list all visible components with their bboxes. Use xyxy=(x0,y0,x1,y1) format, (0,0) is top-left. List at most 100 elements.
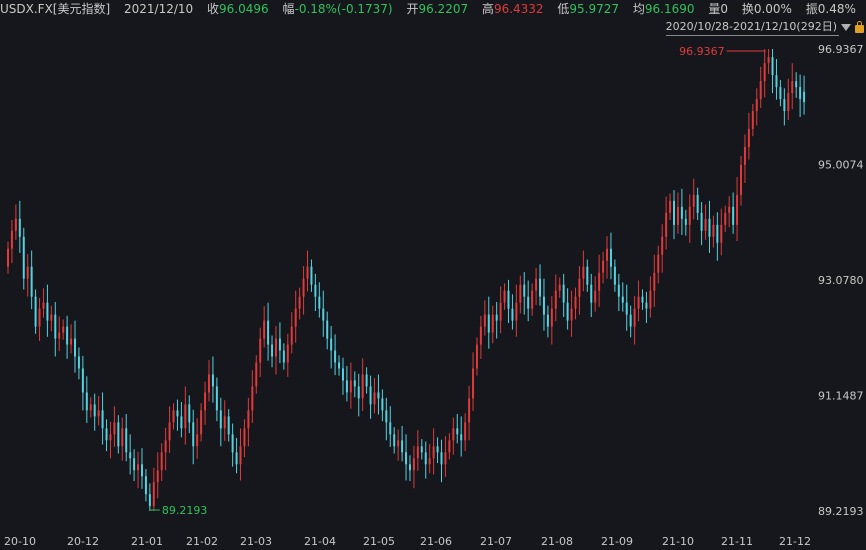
candle-down xyxy=(314,284,317,297)
candle-down xyxy=(609,248,612,267)
candle-up xyxy=(740,164,743,195)
candle-up xyxy=(14,218,17,231)
candle-down xyxy=(440,452,443,465)
candle-up xyxy=(763,63,766,82)
min-value-label: 89.2193 xyxy=(162,504,208,517)
candle-down xyxy=(732,206,735,225)
candle-down xyxy=(771,57,774,76)
candle-down xyxy=(420,446,423,453)
candle-up xyxy=(172,410,175,423)
candle-up xyxy=(464,422,467,441)
y-tick-label: 95.0074 xyxy=(818,158,864,171)
candle-down xyxy=(393,434,396,447)
candle-down xyxy=(93,404,96,417)
candle-up xyxy=(302,278,305,297)
candle-up xyxy=(247,410,250,429)
candle-up xyxy=(633,308,636,327)
candle-up xyxy=(26,266,29,279)
candle-down xyxy=(66,326,69,345)
x-tick-label: 21-07 xyxy=(480,535,512,548)
candle-down xyxy=(511,308,514,321)
candle-up xyxy=(452,428,455,441)
x-axis: 20-10 20-12 21-01 21-02 21-03 21-04 21-05 21-06… xyxy=(4,535,811,548)
candle-up xyxy=(448,440,451,453)
candle-up xyxy=(791,81,794,94)
candle-up xyxy=(653,272,656,291)
candle-down xyxy=(140,464,143,477)
candle-up xyxy=(196,434,199,447)
x-tick-label: 21-11 xyxy=(721,535,753,548)
x-tick-label: 21-04 xyxy=(304,535,336,548)
candle-down xyxy=(539,278,542,297)
x-tick-label: 21-06 xyxy=(420,535,452,548)
candle-down xyxy=(117,422,120,447)
candle-up xyxy=(594,290,597,303)
y-tick-label: 96.9367 xyxy=(818,43,864,56)
candle-up xyxy=(42,302,45,309)
candle-down xyxy=(369,386,372,405)
candle-down xyxy=(673,200,676,225)
candle-up xyxy=(578,278,581,297)
candle-up xyxy=(223,416,226,429)
candle-down xyxy=(85,392,88,411)
candle-up xyxy=(728,206,731,213)
candle-down xyxy=(700,212,703,231)
candle-up xyxy=(89,404,92,411)
candle-up xyxy=(602,260,605,273)
candle-down xyxy=(271,344,274,357)
candle-down xyxy=(54,314,57,339)
candle-down xyxy=(341,368,344,381)
candle-up xyxy=(164,440,167,453)
candle-down xyxy=(334,350,337,363)
candle-down xyxy=(641,296,644,303)
candle-down xyxy=(46,302,49,321)
candle-down xyxy=(34,296,37,327)
candle-down xyxy=(625,302,628,315)
candle-up xyxy=(156,470,159,483)
candle-up xyxy=(50,314,53,321)
x-tick-label: 20-12 xyxy=(67,535,99,548)
candle-down xyxy=(192,422,195,447)
candle-up xyxy=(184,404,187,429)
candle-up xyxy=(412,458,415,471)
candle-up xyxy=(499,302,502,321)
candle-up xyxy=(121,428,124,447)
candle-down xyxy=(613,266,616,285)
candle-up xyxy=(751,111,754,130)
candle-up xyxy=(531,290,534,309)
candle-up xyxy=(97,410,100,417)
candle-down xyxy=(326,320,329,339)
candle-down xyxy=(176,410,179,417)
candle-up xyxy=(582,266,585,279)
candle-down xyxy=(629,314,632,327)
candle-up xyxy=(200,410,203,435)
candlestick-chart[interactable]: 96.9367 95.0074 93.0780 91.1487 89.2193 20-1… xyxy=(0,0,866,550)
candle-down xyxy=(708,218,711,237)
candle-down xyxy=(381,398,384,411)
y-axis: 96.9367 95.0074 93.0780 91.1487 89.2193 xyxy=(818,43,864,518)
candle-down xyxy=(73,338,76,357)
candle-down xyxy=(125,428,128,453)
candle-up xyxy=(263,320,266,339)
candle-down xyxy=(282,350,285,363)
candle-down xyxy=(377,392,380,399)
candle-down xyxy=(546,314,549,327)
candle-up xyxy=(428,458,431,465)
candle-up xyxy=(468,398,471,423)
candle-down xyxy=(133,458,136,471)
candle-up xyxy=(759,81,762,100)
x-tick-label: 21-10 xyxy=(662,535,694,548)
candle-up xyxy=(657,254,660,273)
candle-down xyxy=(22,236,25,279)
candle-down xyxy=(424,452,427,465)
candle-up xyxy=(598,272,601,291)
candle-up xyxy=(7,248,9,267)
candle-down xyxy=(81,368,84,393)
candle-down xyxy=(617,284,620,297)
candles-layer xyxy=(7,49,806,511)
candle-down xyxy=(211,374,214,387)
candle-down xyxy=(645,302,648,309)
candle-down xyxy=(144,476,147,495)
candle-up xyxy=(535,278,538,291)
candle-down xyxy=(621,296,624,303)
